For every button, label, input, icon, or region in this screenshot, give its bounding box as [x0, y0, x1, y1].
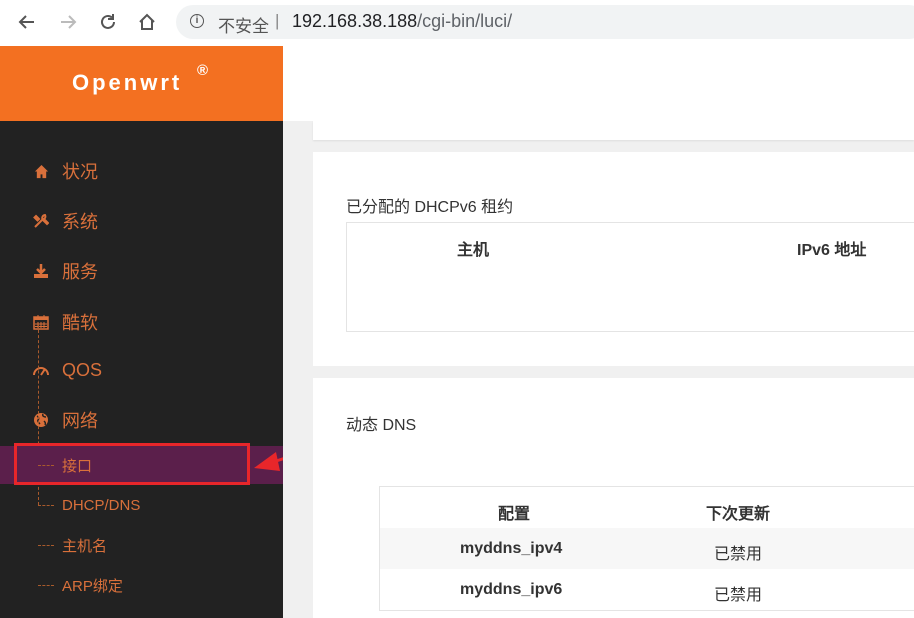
download-icon: [32, 263, 50, 279]
back-arrow-icon[interactable]: [13, 8, 41, 36]
sidebar-subitem-dhcp-dns[interactable]: DHCP/DNS: [38, 486, 283, 524]
sidebar-item-services[interactable]: 服务: [32, 256, 98, 286]
sidebar-item-system[interactable]: 系统: [32, 206, 98, 236]
home-page-icon[interactable]: [133, 8, 161, 36]
tree-connector: [38, 584, 54, 586]
dynamic-dns-card: 动态 DNS 配置 下次更新 myddns_ipv4 已禁用 myddns_ip…: [313, 378, 914, 618]
sidebar-subitem-label: ARP绑定: [62, 577, 123, 595]
insecure-label: 不安全: [218, 17, 269, 36]
sidebar-subitem-arp-binding[interactable]: ARP绑定: [38, 566, 283, 604]
ddns-config-cell: myddns_ipv4: [460, 540, 563, 557]
gauge-icon: [32, 363, 50, 377]
previous-section-card: [313, 121, 914, 140]
ddns-next-update-cell: 已禁用: [714, 546, 763, 563]
sidebar-item-label: 系统: [62, 212, 98, 232]
main-content: 已分配的 DHCPv6 租约 主机 IPv6 地址 动态 DNS 配置 下次更新…: [283, 121, 914, 618]
column-header: 配置: [498, 506, 531, 523]
tree-connector: [38, 544, 54, 546]
forward-arrow-icon[interactable]: [54, 8, 82, 36]
ddns-table: 配置 下次更新 myddns_ipv4 已禁用 myddns_ipv6 已禁用: [379, 486, 914, 611]
url-host: 192.168.38.188: [292, 11, 418, 31]
logo[interactable]: Openwrt: [72, 70, 182, 96]
sidebar-item-status[interactable]: 状况: [32, 156, 98, 186]
column-header: IPv6 地址: [797, 242, 867, 259]
address-bar[interactable]: i 不安全 | 192.168.38.188/cgi-bin/luci/: [176, 5, 914, 39]
table-row: myddns_ipv6 已禁用: [380, 569, 914, 610]
column-header: 下次更新: [706, 506, 771, 523]
url-path: /cgi-bin/luci/: [417, 11, 513, 31]
globe-icon: [32, 412, 50, 428]
section-title: 动态 DNS: [346, 417, 417, 434]
sidebar-item-label: 网络: [62, 411, 98, 431]
section-title: 已分配的 DHCPv6 租约: [346, 199, 514, 216]
info-icon[interactable]: i: [190, 14, 204, 28]
header-bar: [283, 46, 914, 121]
sidebar-item-label: 酷软: [62, 313, 98, 333]
tools-icon: [32, 213, 50, 229]
sidebar-subitem-hostnames[interactable]: 主机名: [38, 526, 283, 564]
sidebar-subitem-label: 主机名: [62, 537, 108, 555]
column-header: 主机: [457, 242, 490, 259]
address-separator: |: [275, 11, 280, 30]
logo-area: Openwrt ®: [0, 46, 283, 121]
sidebar-item-label: QOS: [62, 359, 103, 380]
reload-icon[interactable]: [94, 8, 122, 36]
annotation-highlight-box: [14, 443, 250, 485]
sidebar-item-software[interactable]: 酷软: [32, 307, 98, 337]
dhcpv6-leases-card: 已分配的 DHCPv6 租约 主机 IPv6 地址: [313, 152, 914, 366]
sidebar-item-label: 服务: [62, 262, 98, 282]
sidebar-item-qos[interactable]: QOS: [32, 355, 102, 385]
sidebar-item-label: 状况: [62, 162, 98, 182]
sidebar-item-network[interactable]: 网络: [32, 405, 98, 435]
url-text[interactable]: 192.168.38.188/cgi-bin/luci/: [292, 11, 512, 32]
sidebar-subitem-label: DHCP/DNS: [62, 496, 141, 514]
calendar-icon: [32, 314, 50, 330]
ddns-next-update-cell: 已禁用: [714, 587, 763, 604]
table-row: myddns_ipv4 已禁用: [380, 528, 914, 569]
browser-toolbar: i 不安全 | 192.168.38.188/cgi-bin/luci/: [0, 0, 914, 47]
ddns-config-cell: myddns_ipv6: [460, 581, 563, 598]
dhcpv6-leases-table: 主机 IPv6 地址: [346, 222, 914, 332]
tree-connector: [38, 504, 54, 506]
home-icon: [32, 164, 50, 179]
registered-mark: ®: [197, 62, 209, 79]
